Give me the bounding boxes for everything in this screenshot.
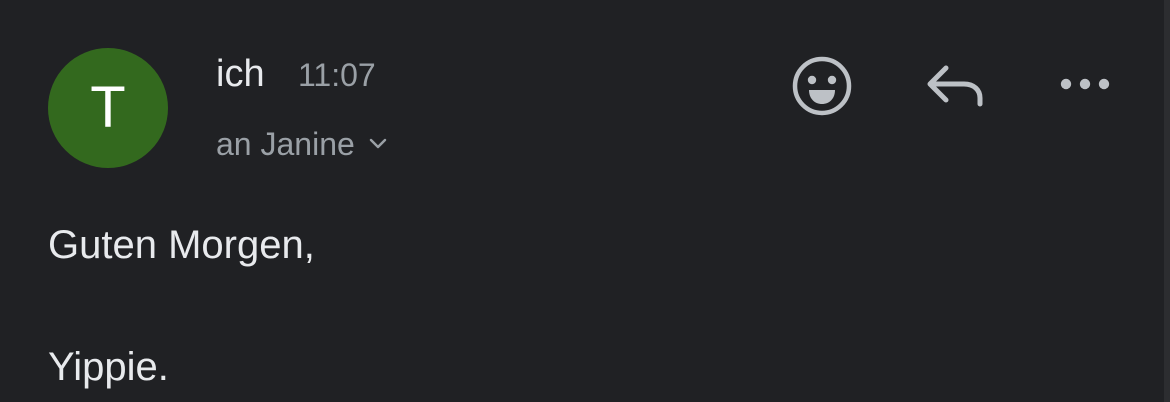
recipient-toggle[interactable]: an Janine bbox=[216, 124, 387, 164]
reply-button[interactable] bbox=[924, 60, 988, 112]
avatar-letter: T bbox=[90, 75, 126, 140]
more-options-button[interactable] bbox=[1056, 66, 1116, 102]
sender-avatar[interactable]: T bbox=[48, 48, 168, 168]
recipient-label: an Janine bbox=[216, 126, 355, 162]
message-body-line: Guten Morgen, bbox=[48, 223, 315, 267]
chevron-down-icon bbox=[369, 138, 386, 149]
message-time: 11:07 bbox=[298, 57, 376, 93]
smiley-icon bbox=[792, 56, 852, 116]
sender-name: ich bbox=[216, 53, 265, 95]
more-horizontal-icon bbox=[1060, 78, 1110, 90]
message-body-line: Yippie. bbox=[48, 345, 169, 389]
reply-arrow-icon bbox=[927, 65, 983, 107]
add-reaction-button[interactable] bbox=[790, 54, 854, 118]
scrollbar-edge bbox=[1164, 0, 1170, 402]
